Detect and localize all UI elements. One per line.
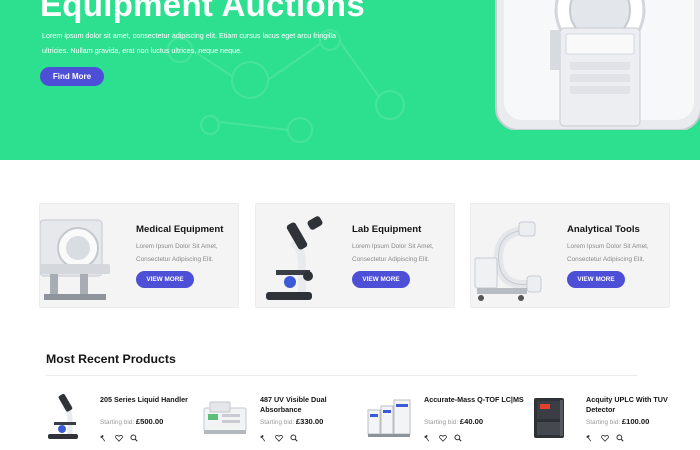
product-actions <box>586 434 624 442</box>
zoom-icon[interactable] <box>454 434 462 442</box>
product-image-absorbance-detector <box>203 401 247 434</box>
product-name[interactable]: 205 Series Liquid Handler <box>100 395 200 405</box>
zoom-icon[interactable] <box>130 434 138 442</box>
product-card[interactable]: 205 Series Liquid Handler Starting bid: … <box>40 390 200 450</box>
category-card-analytical[interactable]: Analytical Tools Lorem Ipsum Dolor Sit A… <box>470 203 670 308</box>
section-title: Most Recent Products <box>46 352 176 366</box>
product-name[interactable]: Acquity UPLC With TUV Detector <box>586 395 686 415</box>
price-value: £330.00 <box>295 417 324 426</box>
product-card[interactable]: Accurate-Mass Q-TOF LC|MS Starting bid: … <box>364 390 524 450</box>
price-value: £500.00 <box>135 417 164 426</box>
hammer-icon[interactable] <box>100 434 108 442</box>
category-title: Lab Equipment <box>352 224 422 235</box>
category-description: Lorem Ipsum Dolor Sit Amet, Consectetur … <box>567 243 649 263</box>
microscope-icon <box>266 216 323 300</box>
hammer-icon[interactable] <box>586 434 594 442</box>
heart-icon[interactable] <box>439 434 447 442</box>
product-card[interactable]: 487 UV Visible Dual Absorbance Starting … <box>200 390 360 450</box>
product-actions <box>260 434 298 442</box>
product-price: Starting bid: £330.00 <box>260 417 323 426</box>
product-price: Starting bid: £500.00 <box>100 417 163 426</box>
view-more-button[interactable]: VIEW MORE <box>567 271 625 288</box>
product-card[interactable]: Acquity UPLC With TUV Detector Starting … <box>526 390 686 450</box>
category-description: Lorem Ipsum Dolor Sit Amet, Consectetur … <box>136 243 218 263</box>
price-prefix: Starting bid: <box>100 419 135 426</box>
hammer-icon[interactable] <box>424 434 432 442</box>
zoom-icon[interactable] <box>290 434 298 442</box>
heart-icon[interactable] <box>601 434 609 442</box>
price-prefix: Starting bid: <box>424 419 459 426</box>
product-image-qtof-system <box>367 399 411 437</box>
price-value: £40.00 <box>459 417 484 426</box>
price-prefix: Starting bid: <box>586 419 621 426</box>
heart-icon[interactable] <box>275 434 283 442</box>
hero-banner: Equipment Auctions Lorem ipsum dolor sit… <box>0 0 700 160</box>
view-more-button[interactable]: VIEW MORE <box>352 271 410 288</box>
divider <box>46 375 638 376</box>
product-price: Starting bid: £40.00 <box>424 417 483 426</box>
product-name[interactable]: Accurate-Mass Q-TOF LC|MS <box>424 395 524 405</box>
c-arm-icon <box>474 221 542 301</box>
hero-description: Lorem ipsum dolor sit amet, consectetur … <box>42 31 337 55</box>
category-card-medical[interactable]: Medical Equipment Lorem Ipsum Dolor Sit … <box>39 203 239 308</box>
view-more-button[interactable]: VIEW MORE <box>136 271 194 288</box>
heart-icon[interactable] <box>115 434 123 442</box>
category-title: Medical Equipment <box>136 224 224 235</box>
zoom-icon[interactable] <box>616 434 624 442</box>
product-name[interactable]: 487 UV Visible Dual Absorbance <box>260 395 360 415</box>
product-actions <box>424 434 462 442</box>
product-image-microscope <box>48 393 78 439</box>
category-card-lab[interactable]: Lab Equipment Lorem Ipsum Dolor Sit Amet… <box>255 203 455 308</box>
product-image-uplc-detector <box>534 398 564 438</box>
mri-scanner-image <box>495 0 700 130</box>
price-value: £100.00 <box>621 417 650 426</box>
price-prefix: Starting bid: <box>260 419 295 426</box>
hero-title: Equipment Auctions <box>40 0 366 23</box>
hammer-icon[interactable] <box>260 434 268 442</box>
find-more-button[interactable]: Find More <box>40 67 104 86</box>
category-description: Lorem Ipsum Dolor Sit Amet, Consectetur … <box>352 243 434 263</box>
product-actions <box>100 434 138 442</box>
product-price: Starting bid: £100.00 <box>586 417 649 426</box>
mri-machine-icon <box>40 219 110 300</box>
category-title: Analytical Tools <box>567 224 640 235</box>
